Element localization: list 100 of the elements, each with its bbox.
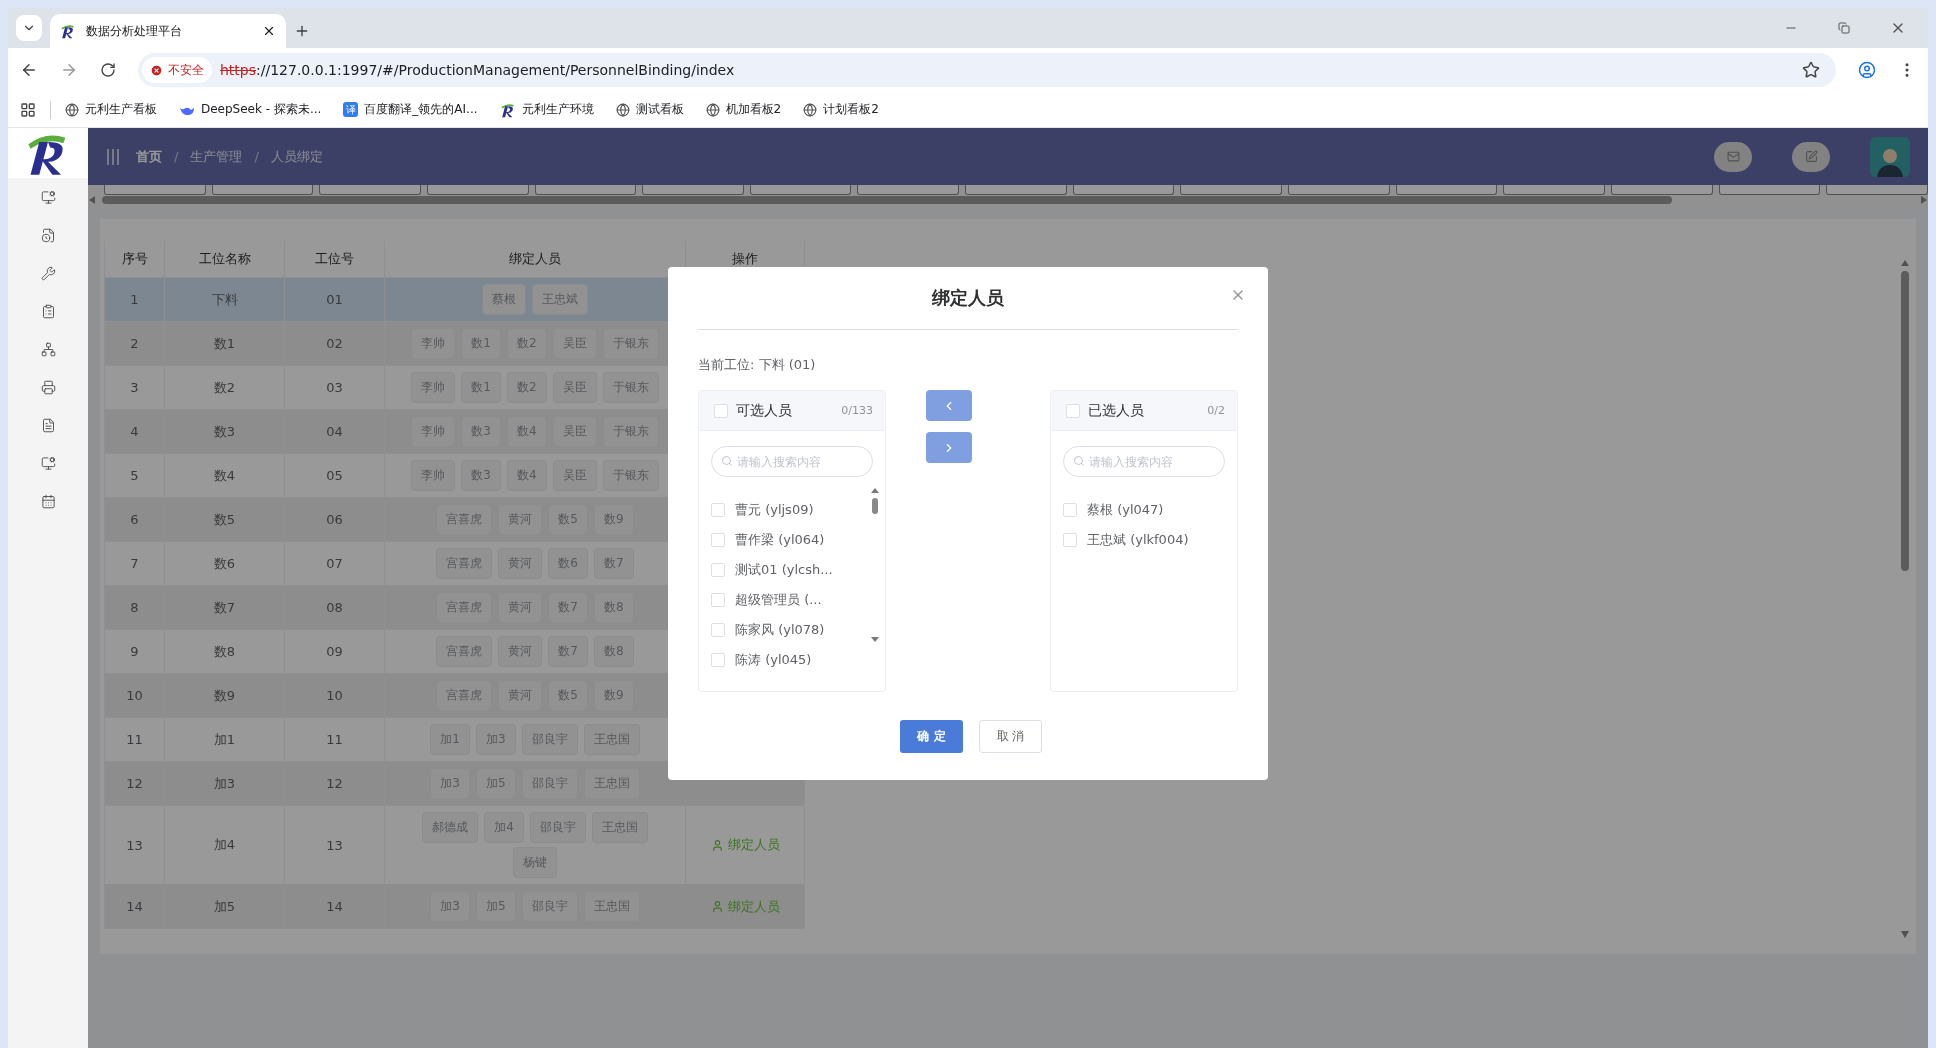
person-tag: 加3: [430, 891, 470, 922]
bookmark[interactable]: 测试看板: [615, 101, 684, 118]
table-cell: 06: [285, 498, 385, 541]
bookmark[interactable]: 元利生产看板: [65, 101, 157, 118]
person-tag: 加3: [476, 724, 516, 755]
person-tag: 数8: [594, 636, 634, 667]
table-cell: 5: [105, 454, 165, 497]
person-tag: 数8: [594, 592, 634, 623]
security-label: 不安全: [168, 61, 204, 79]
person-tag: 数4: [507, 460, 547, 491]
column-header: 工位名称: [165, 241, 285, 277]
table-cell: 1: [105, 278, 165, 321]
table-cell: 加5: [165, 885, 285, 928]
table-cell: 05: [285, 454, 385, 497]
table-cell: 04: [285, 410, 385, 453]
panel-count: 0/133: [841, 404, 873, 417]
url-field[interactable]: https://127.0.0.1:1997/#/ProductionManagement/PersonnelBinding/index: [220, 62, 1794, 78]
table-cell: 数8: [165, 630, 285, 673]
bookmark[interactable]: 机加看板2: [705, 101, 782, 118]
search-field[interactable]: 请输入搜索内容: [1063, 446, 1225, 477]
table-cell: 08: [285, 586, 385, 629]
breadcrumb-separator: /: [174, 149, 179, 164]
person-tag: 数1: [461, 372, 501, 403]
table-cell: 09: [285, 630, 385, 673]
person-option[interactable]: 蔡根 (yl047): [1087, 501, 1164, 519]
table-cell: 加1: [165, 718, 285, 761]
person-tag: 加3: [430, 768, 470, 799]
person-tag: 黄河: [498, 504, 543, 535]
person-tag: 蔡根: [482, 284, 526, 315]
table-cell: 12: [285, 762, 385, 805]
table-cell: 数7: [165, 586, 285, 629]
confirm-button[interactable]: 确 定: [900, 720, 963, 753]
table-cell: 07: [285, 542, 385, 585]
breadcrumb-item[interactable]: 首页: [136, 147, 162, 166]
translate-icon: 译: [343, 102, 359, 117]
table-cell: 02: [285, 322, 385, 365]
person-tag: 数7: [548, 592, 588, 623]
table-cell: 数6: [165, 542, 285, 585]
person-option[interactable]: 王忠斌 (ylkf004): [1087, 531, 1189, 549]
table-cell: 13: [285, 806, 385, 884]
person-tag: 数2: [507, 372, 547, 403]
person-tag: 杨键: [513, 847, 557, 878]
table-cell: 下料: [165, 278, 285, 321]
breadcrumb-separator: /: [254, 149, 259, 164]
table-cell: 9: [105, 630, 165, 673]
table-cell: 10: [285, 674, 385, 717]
person-tag: 数2: [507, 328, 547, 359]
table-cell: 13: [105, 806, 165, 884]
person-tag: 李帅: [411, 372, 456, 403]
person-tag: 数5: [548, 680, 588, 711]
table-cell: 数2: [165, 366, 285, 409]
person-tag: 加4: [484, 812, 524, 843]
table-cell: 14: [105, 885, 165, 928]
person-tag: 数5: [548, 504, 588, 535]
table-cell: 03: [285, 366, 385, 409]
table-cell: 4: [105, 410, 165, 453]
table-cell: 01: [285, 278, 385, 321]
cancel-button[interactable]: 取 消: [979, 720, 1042, 753]
search-field[interactable]: 请输入搜索内容: [711, 446, 873, 477]
person-tag: 加5: [476, 891, 516, 922]
person-tag: 数9: [594, 680, 634, 711]
person-tag: 李帅: [411, 328, 456, 359]
table-cell: 7: [105, 542, 165, 585]
security-chip[interactable]: 不安全: [142, 57, 212, 83]
person-tag: 加5: [476, 768, 516, 799]
person-tag: 黄河: [498, 548, 543, 579]
column-header: 工位号: [285, 241, 385, 277]
person-tag: 李帅: [411, 416, 456, 447]
person-tag: 数3: [461, 416, 501, 447]
person-tag: 黄河: [498, 680, 543, 711]
person-tag: 数6: [548, 548, 588, 579]
table-cell: 3: [105, 366, 165, 409]
person-tag: 数4: [507, 416, 547, 447]
bookmark[interactable]: 译 百度翻译_领先的AI...: [343, 101, 478, 118]
person-tag: 数7: [594, 548, 634, 579]
table-cell: 加4: [165, 806, 285, 884]
person-tag: 加1: [430, 724, 470, 755]
dialog-title: 绑定人员: [932, 286, 1004, 310]
panel-title: 已选人员: [1088, 401, 1145, 420]
person-tag: 黄河: [498, 636, 543, 667]
panel-count: 0/2: [1207, 404, 1225, 417]
table-cell: 2: [105, 322, 165, 365]
table-cell: 数5: [165, 498, 285, 541]
table-cell: 数4: [165, 454, 285, 497]
table-cell: 数9: [165, 674, 285, 717]
bookmark[interactable]: 计划看板2: [803, 101, 879, 118]
bookmark[interactable]: DeepSeek - 探索未...: [179, 101, 322, 118]
table-cell: 数3: [165, 410, 285, 453]
breadcrumb-item: 人员绑定: [270, 147, 323, 166]
bookmark[interactable]: 元利生产环境: [499, 101, 594, 118]
table-cell: 6: [105, 498, 165, 541]
table-cell: 10: [105, 674, 165, 717]
person-tag: 数3: [461, 460, 501, 491]
browser-tab[interactable]: 数据分析处理平台: [50, 14, 286, 48]
table-cell: 11: [105, 718, 165, 761]
person-tag: 黄河: [498, 592, 543, 623]
table-cell: 11: [285, 718, 385, 761]
person-tag: 数7: [548, 636, 588, 667]
table-cell: 加3: [165, 762, 285, 805]
table-cell: 12: [105, 762, 165, 805]
